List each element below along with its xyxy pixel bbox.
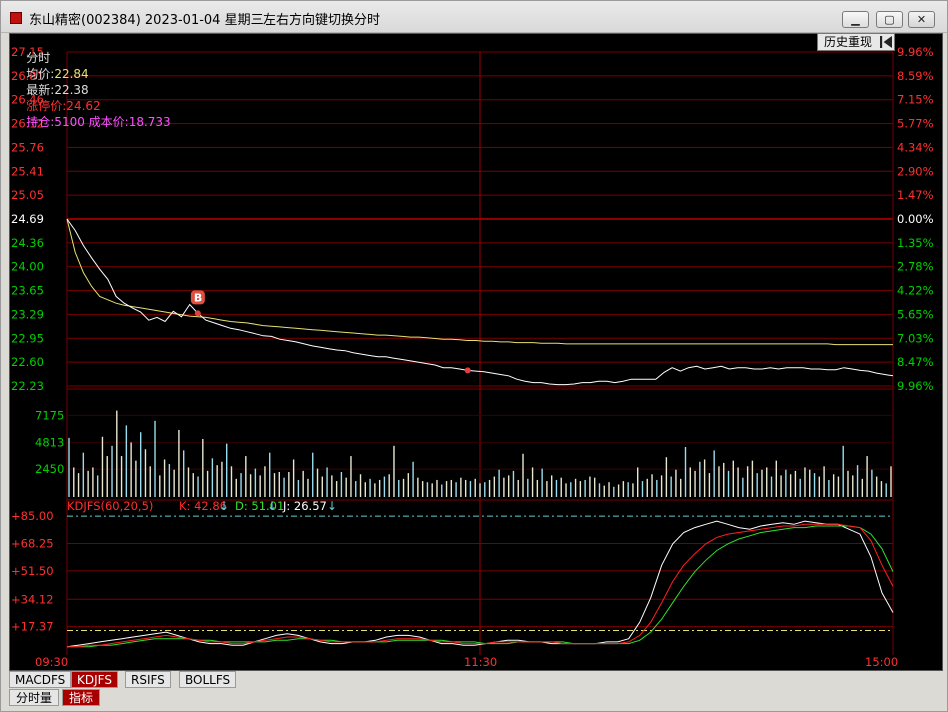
j-arrow-icon: ↓ — [327, 499, 337, 513]
close-button[interactable]: ✕ — [908, 11, 935, 28]
app-logo-icon — [10, 12, 22, 24]
window-title: 东山精密(002384) 2023-01-04 星期三 — [29, 13, 264, 28]
price-tick-label: 23.65 — [11, 284, 44, 298]
kdj-tick-label: +17.37 — [11, 620, 54, 634]
pct-tick-label: 7.03% — [897, 331, 934, 345]
pct-tick-label: 4.34% — [897, 140, 934, 154]
label-fenshi: 分时 — [26, 51, 51, 65]
kdj-name: KDJFS(60,20,5) — [67, 499, 153, 513]
kdj-j-value: J: 26.57 — [282, 499, 327, 513]
label-latest: 最新: — [26, 83, 55, 97]
skip-back-icon — [880, 36, 892, 48]
price-tick-label: 25.05 — [11, 188, 44, 202]
price-tick-label: 24.00 — [11, 260, 44, 274]
pct-tick-label: 7.15% — [897, 93, 934, 107]
price-tick-label: 24.69 — [11, 212, 44, 226]
pct-tick-label: 0.00% — [897, 212, 934, 226]
avg-value: 22.84 — [54, 67, 89, 81]
buy-badge-label: B — [194, 291, 202, 304]
volume-tick-label: 4813 — [35, 435, 64, 449]
tab-kdjfs[interactable]: KDJFS — [71, 671, 118, 688]
bottom-tabs: 分时量 指标 — [9, 689, 943, 707]
history-replay-label: 历史重现 — [824, 35, 873, 49]
price-tick-label: 24.36 — [11, 236, 44, 250]
kdj-tick-label: +68.25 — [11, 537, 54, 551]
pct-tick-label: 1.47% — [897, 188, 934, 202]
pct-tick-label: 5.65% — [897, 307, 934, 321]
label-avg: 均价: — [26, 67, 55, 81]
price-tick-label: 25.41 — [11, 164, 44, 178]
latest-value: 22.38 — [54, 83, 89, 97]
trade-marker — [194, 310, 201, 317]
d-arrow-icon: ↓ — [267, 499, 277, 513]
tab-macdfs[interactable]: MACDFS — [9, 671, 72, 688]
close-icon: ✕ — [916, 13, 927, 26]
history-replay-button[interactable]: 历史重现 — [817, 33, 895, 51]
bottom-tab-1[interactable]: 指标 — [62, 689, 101, 706]
kdj-tick-label: +34.12 — [11, 592, 54, 606]
indicator-tabs: MACDFS KDJFS RSIFS BOLLFS — [9, 671, 943, 689]
time-tick-label: 09:30 — [35, 655, 68, 669]
kdj-tick-label: +51.50 — [11, 564, 54, 578]
pct-tick-label: 5.77% — [897, 117, 934, 131]
price-tick-label: 23.29 — [11, 307, 44, 321]
price-tick-label: 22.60 — [11, 355, 44, 369]
title-bar: 东山精密(002384) 2023-01-04 星期三 左右方向键切换分时 ▁ … — [1, 1, 947, 33]
price-tick-label: 22.95 — [11, 331, 44, 345]
info-bar: 分时 均价:22.84 最新:22.38 涨停价:24.62 持仓:5100 成… — [11, 34, 170, 129]
pct-tick-label: 9.96% — [897, 45, 934, 59]
time-tick-label: 11:30 — [464, 655, 497, 669]
pct-tick-label: 8.47% — [897, 355, 934, 369]
volume-tick-label: 2450 — [35, 462, 64, 476]
maximize-button[interactable]: ▢ — [876, 11, 903, 28]
tab-bollfs[interactable]: BOLLFS — [179, 671, 237, 688]
price-tick-label: 22.23 — [11, 379, 44, 393]
maximize-icon: ▢ — [884, 13, 895, 26]
volume-tick-label: 7175 — [35, 408, 64, 422]
limit-price: 涨停价:24.62 — [26, 99, 101, 113]
pct-tick-label: 2.78% — [897, 260, 934, 274]
pct-tick-label: 4.22% — [897, 284, 934, 298]
trade-marker — [464, 367, 471, 374]
holding-info: 持仓:5100 成本价:18.733 — [26, 115, 171, 129]
pct-tick-label: 2.90% — [897, 164, 934, 178]
minimize-icon: ▁ — [851, 13, 860, 26]
time-tick-label: 15:00 — [865, 655, 898, 669]
app-window: 东山精密(002384) 2023-01-04 星期三 左右方向键切换分时 ▁ … — [0, 0, 948, 712]
minimize-button[interactable]: ▁ — [842, 11, 869, 28]
k-arrow-icon: ↓ — [219, 499, 229, 513]
pct-tick-label: 9.96% — [897, 379, 934, 393]
tab-rsifs[interactable]: RSIFS — [125, 671, 171, 688]
bottom-tab-0[interactable]: 分时量 — [9, 689, 60, 706]
kdj-tick-label: +85.00 — [11, 509, 54, 523]
pct-tick-label: 1.35% — [897, 236, 934, 250]
window-hint: 左右方向键切换分时 — [263, 13, 381, 28]
pct-tick-label: 8.59% — [897, 69, 934, 83]
